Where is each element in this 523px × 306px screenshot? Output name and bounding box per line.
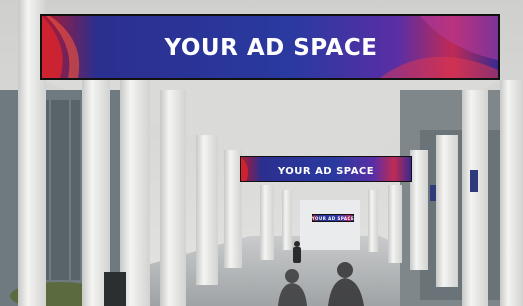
pillar: [410, 150, 428, 270]
ad-text-small: YOUR AD SPACE: [311, 216, 354, 221]
ad-display-large: YOUR AD SPACE: [40, 14, 500, 80]
pillar: [224, 150, 242, 268]
pillar-sign: [430, 185, 436, 201]
far-opening: [300, 200, 360, 250]
pillar-sign: [470, 170, 478, 192]
pillar: [196, 135, 218, 285]
pillar: [462, 90, 488, 306]
corridor-scene: YOUR AD SPACE YOUR AD SPACE YOUR AD SPAC…: [0, 0, 523, 306]
ad-display-small: YOUR AD SPACE: [311, 214, 354, 222]
ad-text-medium: YOUR AD SPACE: [277, 166, 374, 177]
ad-display-medium: YOUR AD SPACE: [240, 156, 412, 182]
person-far: [293, 241, 301, 263]
trash-bin: [104, 272, 126, 306]
pillar: [436, 135, 458, 287]
pillar: [160, 90, 186, 306]
pillar: [500, 80, 523, 306]
ad-text-large: YOUR AD SPACE: [164, 35, 378, 61]
